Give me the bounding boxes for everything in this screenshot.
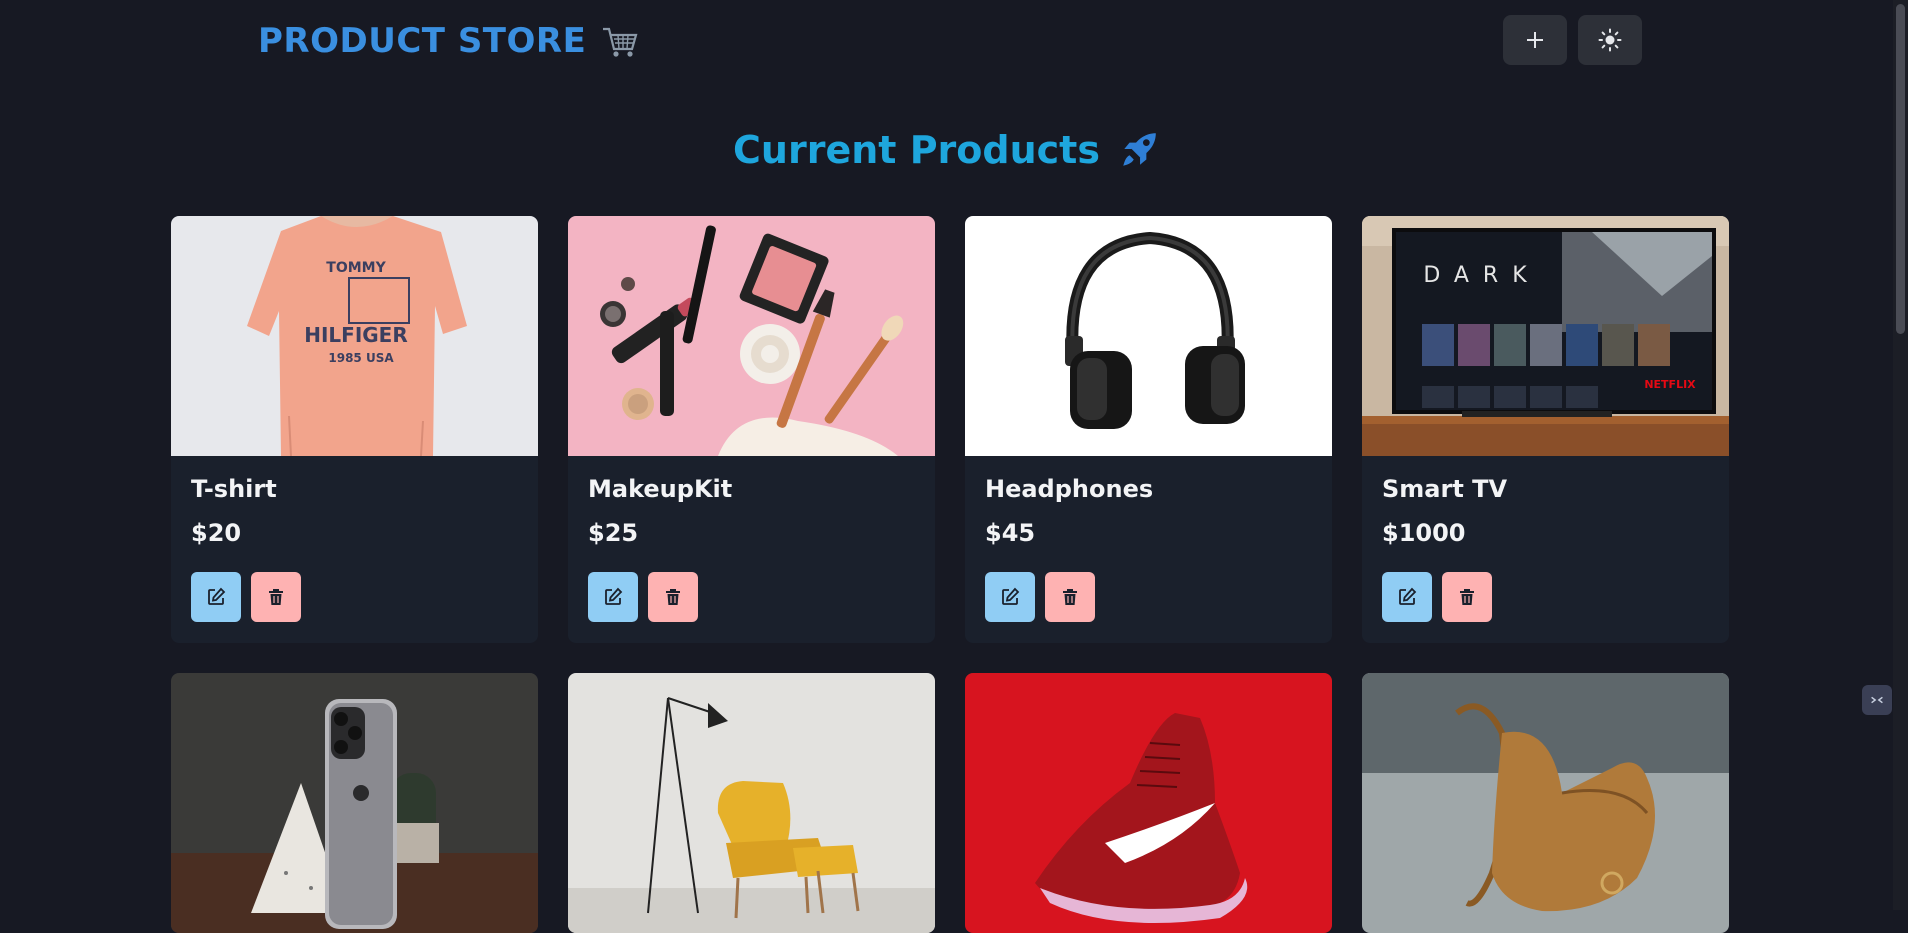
product-price: $1000 xyxy=(1382,519,1466,547)
edit-product-button[interactable] xyxy=(588,572,638,622)
edit-icon xyxy=(208,587,226,605)
tshirt-print-middle: HILFIGER xyxy=(304,323,408,347)
page-heading: Current Products xyxy=(0,122,1893,178)
product-card xyxy=(568,673,935,933)
product-card: Headphones $45 xyxy=(965,216,1332,643)
edit-product-button[interactable] xyxy=(1382,572,1432,622)
plus-icon xyxy=(1527,32,1543,48)
code-icon xyxy=(1871,696,1883,704)
navbar: PRODUCT STORE xyxy=(0,0,1908,82)
trash-icon xyxy=(269,589,283,605)
delete-product-button[interactable] xyxy=(251,572,301,622)
devtools-toggle-button[interactable] xyxy=(1862,685,1892,715)
tshirt-print-top: TOMMY xyxy=(326,260,386,276)
trash-icon xyxy=(1460,589,1474,605)
rocket-icon xyxy=(1123,133,1156,166)
scrollbar-thumb[interactable] xyxy=(1896,4,1905,334)
nav-actions xyxy=(1503,15,1642,65)
product-name: T-shirt xyxy=(191,475,277,503)
product-grid: TOMMY HILFIGER 1985 USA T-shirt $20 Make… xyxy=(171,216,1729,933)
sun-icon xyxy=(1598,28,1622,52)
product-image-tshirt: TOMMY HILFIGER 1985 USA xyxy=(171,216,538,456)
brand-title: PRODUCT STORE xyxy=(258,21,587,61)
delete-product-button[interactable] xyxy=(1045,572,1095,622)
edit-icon xyxy=(1002,587,1020,605)
product-image-makeup xyxy=(568,216,935,456)
product-image-phone xyxy=(171,673,538,933)
page-scrollbar[interactable] xyxy=(1893,0,1908,910)
trash-icon xyxy=(1063,589,1077,605)
product-image-bag xyxy=(1362,673,1729,933)
product-actions xyxy=(985,572,1312,622)
edit-icon xyxy=(1399,587,1417,605)
add-product-button[interactable] xyxy=(1503,15,1567,65)
product-card: DARK NETFLIX Smart TV $1000 xyxy=(1362,216,1729,643)
edit-icon xyxy=(605,587,623,605)
page-title: Current Products xyxy=(733,128,1100,172)
product-image-headphones xyxy=(965,216,1332,456)
edit-product-button[interactable] xyxy=(985,572,1035,622)
edit-product-button[interactable] xyxy=(191,572,241,622)
product-actions xyxy=(588,572,915,622)
product-actions xyxy=(1382,572,1709,622)
product-name: MakeupKit xyxy=(588,475,733,503)
product-card xyxy=(965,673,1332,933)
product-price: $25 xyxy=(588,519,639,547)
product-name: Headphones xyxy=(985,475,1154,503)
brand-link[interactable]: PRODUCT STORE xyxy=(258,18,640,64)
product-price: $45 xyxy=(985,519,1036,547)
product-image-sneaker xyxy=(965,673,1332,933)
delete-product-button[interactable] xyxy=(1442,572,1492,622)
tv-show-title: DARK xyxy=(1423,263,1540,288)
delete-product-button[interactable] xyxy=(648,572,698,622)
tv-brand-logo: NETFLIX xyxy=(1644,378,1696,391)
product-price: $20 xyxy=(191,519,242,547)
product-image-chair xyxy=(568,673,935,933)
product-image-tv: DARK NETFLIX xyxy=(1362,216,1729,456)
trash-icon xyxy=(666,589,680,605)
product-card xyxy=(171,673,538,933)
tshirt-print-bottom: 1985 USA xyxy=(328,351,394,365)
product-actions xyxy=(191,572,518,622)
product-name: Smart TV xyxy=(1382,475,1508,503)
shopping-cart-icon xyxy=(603,27,638,57)
product-card xyxy=(1362,673,1729,933)
product-card: TOMMY HILFIGER 1985 USA T-shirt $20 xyxy=(171,216,538,643)
product-card: MakeupKit $25 xyxy=(568,216,935,643)
theme-toggle-button[interactable] xyxy=(1578,15,1642,65)
